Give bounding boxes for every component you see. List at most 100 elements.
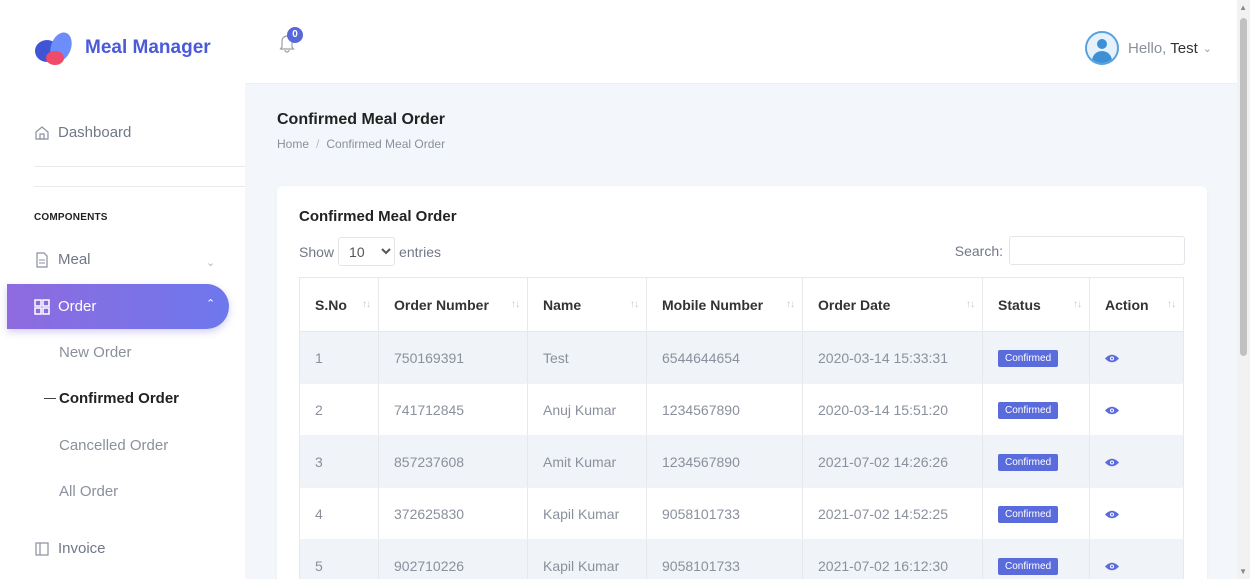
sidebar-item-label: Meal (58, 251, 91, 268)
cell-name: Kapil Kumar (527, 487, 647, 540)
table-row: 3 857237608 Amit Kumar 1234567890 2021-0… (299, 435, 1184, 488)
cell-action (1089, 331, 1184, 384)
sort-icon: ↑↓ (786, 299, 795, 310)
cell-order-number: 857237608 (378, 435, 528, 488)
user-name: Test (1170, 39, 1198, 57)
scroll-down-icon[interactable]: ▼ (1239, 567, 1247, 576)
search-input[interactable] (1009, 236, 1185, 265)
column-header-mobile-number[interactable]: Mobile Number ↑↓ (646, 277, 803, 332)
sidebar-subitem-new-order[interactable]: New Order (59, 344, 132, 361)
column-header-order-date[interactable]: Order Date ↑↓ (802, 277, 983, 332)
column-header-name[interactable]: Name ↑↓ (527, 277, 647, 332)
invoice-icon (34, 541, 50, 557)
cell-sno: 2 (299, 383, 379, 436)
sort-icon: ↑↓ (1167, 299, 1176, 310)
cell-date: 2021-07-02 14:52:25 (802, 487, 983, 540)
table-row: 1 750169391 Test 6544644654 2020-03-14 1… (299, 331, 1184, 384)
sidebar-item-meal[interactable]: Meal (34, 251, 91, 268)
user-menu[interactable]: Hello, Test ⌄ (1085, 31, 1212, 65)
cell-sno: 5 (299, 539, 379, 579)
sidebar-subitem-confirmed-order[interactable]: Confirmed Order (59, 390, 179, 407)
entries-select[interactable]: 10 (338, 237, 396, 266)
document-icon (34, 251, 50, 268)
cell-name: Kapil Kumar (527, 539, 647, 579)
cell-action (1089, 487, 1184, 540)
show-label: Show (299, 243, 335, 260)
cell-mobile: 6544644654 (646, 331, 803, 384)
cell-sno: 1 (299, 331, 379, 384)
column-header-action[interactable]: Action ↑↓ (1089, 277, 1184, 332)
sidebar-item-invoice[interactable]: Invoice (34, 540, 106, 557)
brand-name: Meal Manager (85, 37, 211, 58)
column-header-order-number[interactable]: Order Number ↑↓ (378, 277, 528, 332)
cell-status: Confirmed (982, 383, 1090, 436)
cell-action (1089, 539, 1184, 579)
notification-badge: 0 (287, 27, 303, 43)
cell-status: Confirmed (982, 487, 1090, 540)
entries-control: Show 10 entries (299, 237, 441, 266)
breadcrumb-home[interactable]: Home (277, 137, 309, 151)
cell-sno: 3 (299, 435, 379, 488)
table-row: 2 741712845 Anuj Kumar 1234567890 2020-0… (299, 383, 1184, 436)
status-badge: Confirmed (998, 506, 1059, 523)
column-header-sno[interactable]: S.No ↑↓ (299, 277, 379, 332)
cell-status: Confirmed (982, 539, 1090, 579)
status-badge: Confirmed (998, 558, 1059, 575)
breadcrumb: Home / Confirmed Meal Order (277, 137, 446, 151)
cell-date: 2021-07-02 16:12:30 (802, 539, 983, 579)
grid-icon (34, 298, 50, 315)
card-title: Confirmed Meal Order (299, 208, 457, 225)
status-badge: Confirmed (998, 454, 1059, 471)
cell-order-number: 902710226 (378, 539, 528, 579)
sidebar: Meal Manager Dashboard COMPONENTS Meal ⌄… (0, 0, 245, 579)
scroll-up-icon[interactable]: ▲ (1239, 3, 1247, 12)
column-label: Order Date (818, 296, 891, 313)
orders-card: Confirmed Meal Order Show 10 entries Sea… (277, 186, 1207, 579)
avatar (1085, 31, 1119, 65)
sidebar-subitem-all-order[interactable]: All Order (59, 483, 118, 500)
sidebar-item-label: Invoice (58, 540, 106, 557)
sort-icon: ↑↓ (966, 299, 975, 310)
brand[interactable]: Meal Manager (34, 27, 211, 69)
cell-date: 2020-03-14 15:51:20 (802, 383, 983, 436)
divider (34, 186, 245, 187)
cell-action (1089, 435, 1184, 488)
sort-icon: ↑↓ (511, 299, 520, 310)
cell-name: Amit Kumar (527, 435, 647, 488)
column-label: S.No (315, 296, 347, 313)
sidebar-item-order[interactable]: Order ⌃ (7, 284, 229, 329)
chevron-down-icon: ⌄ (1202, 42, 1212, 55)
scrollbar-thumb[interactable] (1240, 18, 1247, 356)
sidebar-item-label: Dashboard (58, 124, 132, 141)
chevron-up-icon[interactable]: ⌃ (206, 297, 215, 310)
active-marker (44, 398, 56, 399)
sort-icon: ↑↓ (1073, 299, 1082, 310)
status-badge: Confirmed (998, 402, 1059, 419)
column-label: Action (1105, 296, 1149, 313)
orders-table: S.No ↑↓ Order Number ↑↓ Name ↑↓ Mobile Numb… (299, 277, 1184, 579)
eye-icon[interactable] (1105, 454, 1119, 466)
cell-order-number: 750169391 (378, 331, 528, 384)
greeting-text: Hello, (1128, 39, 1167, 57)
cell-date: 2021-07-02 14:26:26 (802, 435, 983, 488)
eye-icon[interactable] (1105, 350, 1119, 362)
eye-icon[interactable] (1105, 506, 1119, 518)
user-greeting: Hello, Test (1128, 40, 1198, 57)
cell-date: 2020-03-14 15:33:31 (802, 331, 983, 384)
chevron-down-icon[interactable]: ⌄ (206, 256, 215, 269)
scrollbar[interactable]: ▲ ▼ (1237, 0, 1250, 579)
column-header-status[interactable]: Status ↑↓ (982, 277, 1090, 332)
section-title: COMPONENTS (34, 212, 108, 223)
sidebar-subitem-cancelled-order[interactable]: Cancelled Order (59, 437, 168, 454)
sidebar-item-label: Order (58, 298, 97, 315)
sidebar-item-dashboard[interactable]: Dashboard (34, 124, 131, 141)
eye-icon[interactable] (1105, 558, 1119, 570)
page-title: Confirmed Meal Order (277, 111, 446, 128)
search-label: Search: (954, 242, 1003, 259)
logo-icon (34, 27, 76, 69)
eye-icon[interactable] (1105, 402, 1119, 414)
cell-action (1089, 383, 1184, 436)
cell-status: Confirmed (982, 331, 1090, 384)
status-badge: Confirmed (998, 350, 1059, 367)
cell-name: Test (527, 331, 647, 384)
